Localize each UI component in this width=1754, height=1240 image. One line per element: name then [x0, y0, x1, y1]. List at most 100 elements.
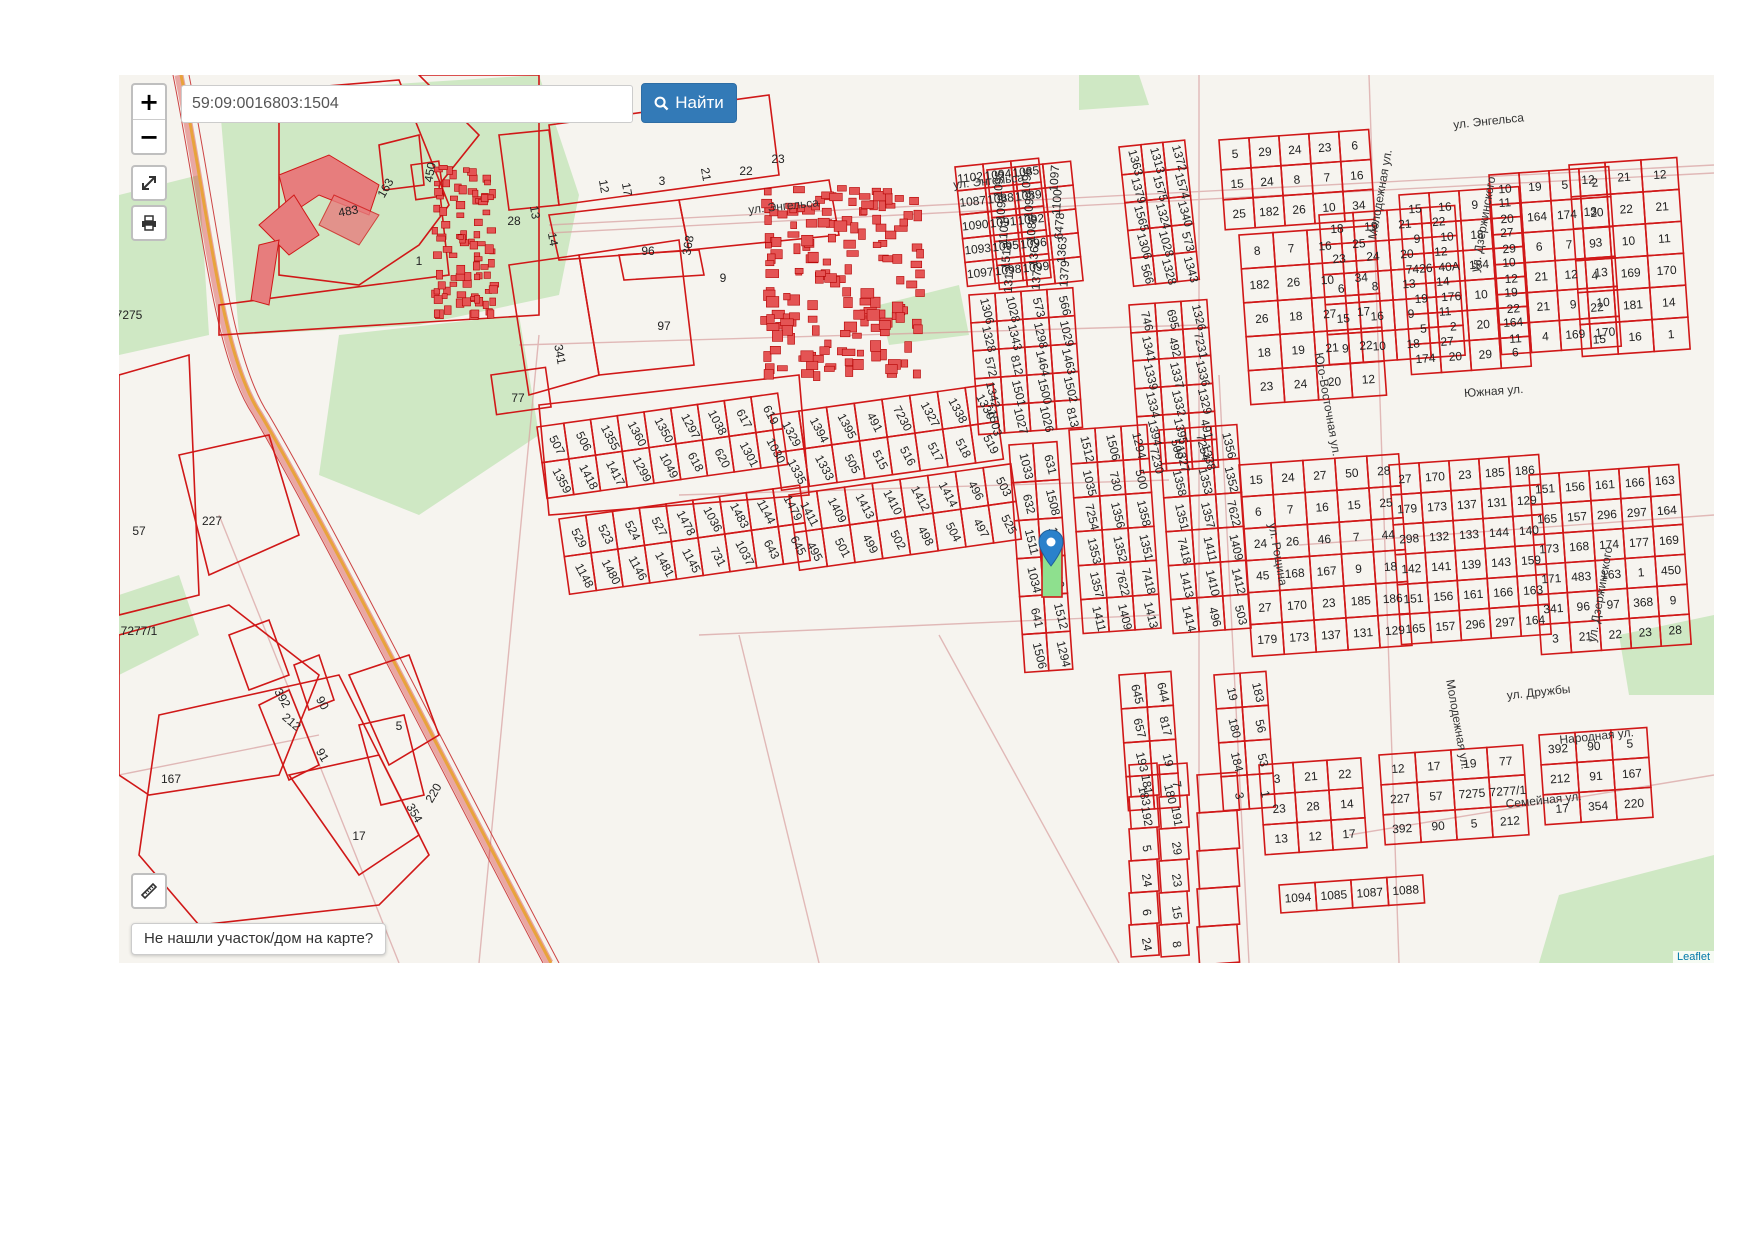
parcel-label: 16 [1370, 309, 1385, 324]
map-viewport[interactable]: 507 506 1355 1360 1350 1297 1038 617 619 1359 1418… [119, 75, 1714, 963]
small-building [462, 297, 471, 307]
parcel-label: 12 [1361, 372, 1376, 387]
cadastral-search-input[interactable] [181, 85, 633, 123]
parcel-label: 23 [1638, 625, 1653, 640]
measure-button[interactable] [131, 873, 167, 909]
parcel-label: 341 [1543, 601, 1564, 616]
parcel-label: 517 [925, 440, 947, 465]
small-building [875, 223, 887, 232]
street-label: Южная ул. [1464, 382, 1524, 400]
parcel-label: 21 [1536, 299, 1551, 314]
parcel-label: 1087 [959, 193, 987, 210]
parcel-label: 167 [161, 772, 181, 786]
parcel-label: 26 [1285, 534, 1300, 549]
parcel-label: 17 [619, 182, 635, 198]
small-building [842, 287, 852, 297]
small-building [833, 220, 848, 232]
parcel-label: 498 [915, 524, 937, 549]
parcel [1196, 771, 1241, 814]
parcel [1158, 922, 1191, 958]
parcel [1196, 923, 1241, 963]
parcel-label: 641 [1028, 606, 1047, 629]
parcel-label: 657 [1130, 717, 1149, 740]
parcel-label: 18 [1257, 345, 1272, 360]
cadastral-map[interactable]: 507 506 1355 1360 1350 1297 1038 617 6191359 1418… [119, 75, 1714, 963]
parcel-label: 25 [1232, 206, 1247, 221]
small-building [878, 320, 891, 330]
small-building [456, 264, 466, 275]
parcel-label: 6 [1337, 281, 1345, 295]
small-building [431, 227, 438, 235]
parcel-label: 8 [1253, 244, 1261, 258]
parcel-label: 496 [965, 478, 987, 503]
parcel-label: 503 [1232, 604, 1251, 627]
parcel-label: 515 [869, 448, 891, 473]
parcel-block-labels: 507 506 1355 1360 1350 1297 1038 617 6191359 1418… [546, 403, 788, 496]
small-building [769, 346, 781, 355]
parcel-label: 28 [1377, 463, 1392, 478]
parcel-label: 1411 [1200, 535, 1220, 564]
small-building [480, 194, 489, 202]
parcel-label: 7622 [1113, 568, 1133, 598]
small-building [781, 325, 794, 336]
small-building [915, 289, 925, 297]
parcel-label: 27 [1398, 471, 1413, 486]
parcel-label: 14 [545, 232, 561, 248]
parcel-label: 22 [1338, 767, 1353, 782]
small-building [807, 300, 818, 311]
parcel-label: 1094 [1284, 890, 1312, 906]
print-button[interactable] [131, 205, 167, 241]
small-building [853, 309, 866, 320]
parcel [578, 239, 695, 376]
parcel-label: 29 [1478, 347, 1493, 362]
parcel-label: 164 [1527, 209, 1548, 224]
parcel-label: 90 [1431, 819, 1446, 834]
parcel-label: 1328 [1159, 257, 1180, 287]
parcel-label: 1372 [1029, 263, 1045, 291]
small-building [444, 305, 452, 315]
parcel-label: 10 [1320, 272, 1335, 287]
parcel-label: 90 [313, 694, 332, 713]
small-building [812, 325, 820, 336]
parcel-label: 34 [1352, 198, 1367, 213]
parcel-label: 368 [1633, 595, 1654, 610]
search-button[interactable]: Найти [641, 83, 737, 123]
parcel-label: 164 [1503, 315, 1524, 330]
parcel-label: 3 [1552, 631, 1560, 645]
parcel-label: 57 [132, 524, 146, 538]
parcel-label: 96 [1576, 599, 1591, 614]
parcel-label: 9 [1342, 341, 1350, 355]
street-label: Молодежная ул. [1443, 678, 1473, 770]
parcel-label: 631 [1041, 453, 1060, 476]
parcel-label: 34 [1354, 270, 1369, 285]
parcel-label: 297 [1626, 505, 1647, 520]
small-building [780, 318, 794, 326]
parcel-label: 151 [1403, 591, 1424, 606]
small-building [882, 255, 894, 263]
parcel-label: 19 [1160, 752, 1177, 769]
parcel-label: 6 [1535, 239, 1543, 253]
zoom-in-button[interactable]: + [133, 85, 165, 120]
zoom-out-button[interactable]: − [133, 120, 165, 154]
fullscreen-button[interactable] [131, 165, 167, 201]
parcel-label: 1101 [996, 218, 1012, 245]
small-building [872, 214, 882, 225]
parcel-label: 620 [712, 446, 734, 471]
parcel-label: 4 [1542, 329, 1550, 343]
parcel-label: 166 [1624, 475, 1645, 490]
small-building [473, 231, 481, 239]
parcel-label: 11 [1509, 331, 1523, 346]
parcel [227, 618, 291, 692]
small-building [456, 212, 465, 218]
parcel-label: 746 [1138, 310, 1157, 333]
parcel-label: 27 [1500, 225, 1515, 240]
small-building [860, 208, 868, 216]
not-found-link[interactable]: Не нашли участок/дом на карте? [131, 923, 387, 955]
parcel-label: 57 [1429, 789, 1444, 804]
parcel-label: 1035 [1080, 468, 1100, 498]
parcel-label: 24 [1366, 249, 1381, 264]
parcel-label: 12 [1653, 167, 1668, 182]
parcel-label: 1574 [1172, 171, 1193, 201]
small-building [906, 280, 918, 289]
leaflet-attribution[interactable]: Leaflet [1672, 951, 1714, 963]
